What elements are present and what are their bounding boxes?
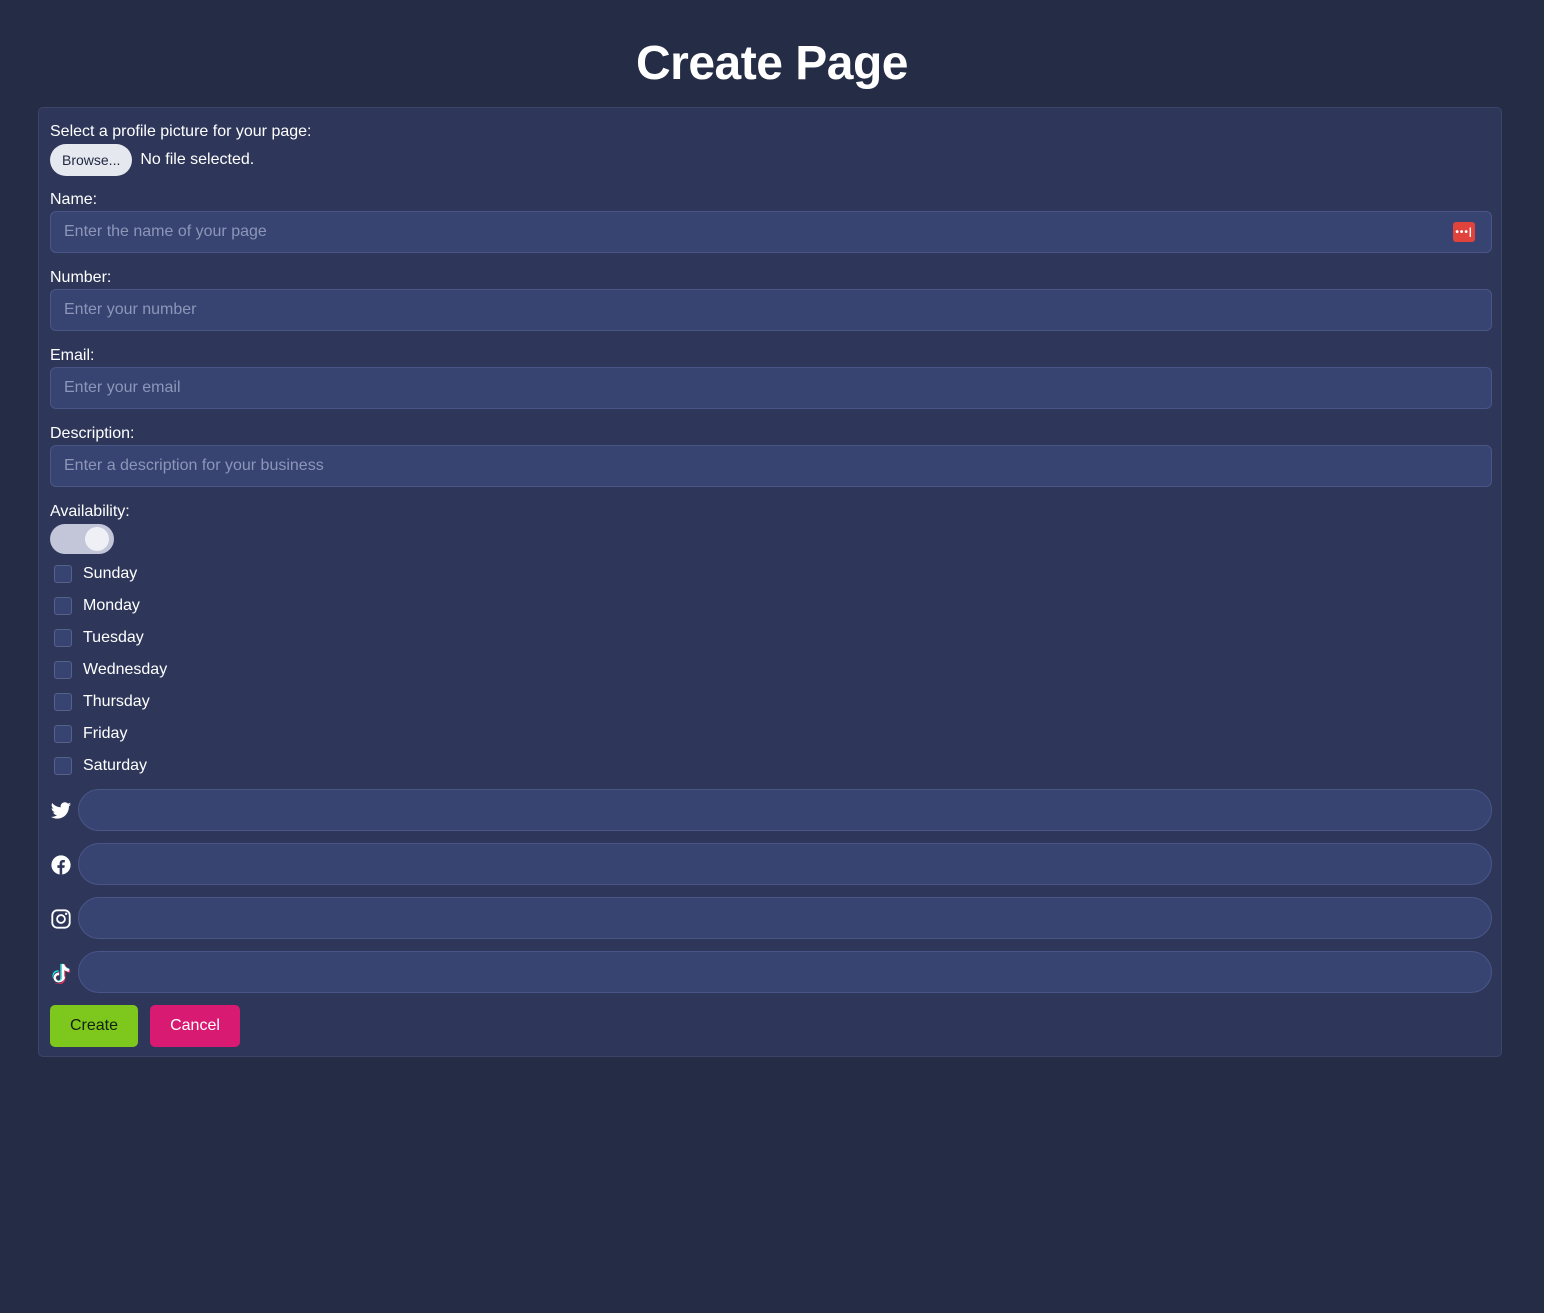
password-manager-icon[interactable]: •••| [1453,222,1475,242]
browse-button[interactable]: Browse... [50,144,133,176]
day-label: Monday [83,597,140,614]
file-picker: Browse... No file selected. [50,144,254,176]
instagram-input[interactable] [78,897,1492,939]
day-option-saturday[interactable]: Saturday [54,756,147,776]
monday-checkbox[interactable] [54,597,72,615]
description-label: Description: [50,425,135,442]
instagram-icon [51,909,71,929]
twitter-input[interactable] [78,789,1492,831]
day-option-sunday[interactable]: Sunday [54,564,137,584]
day-label: Thursday [83,693,150,710]
social-row-instagram [50,897,1492,939]
profile-picture-label: Select a profile picture for your page: [50,123,312,140]
email-label: Email: [50,347,95,364]
day-option-friday[interactable]: Friday [54,724,127,744]
twitter-icon [50,802,72,819]
day-option-monday[interactable]: Monday [54,596,140,616]
friday-checkbox[interactable] [54,725,72,743]
social-row-facebook [50,843,1492,885]
email-placeholder: Enter your email [64,379,181,396]
saturday-checkbox[interactable] [54,757,72,775]
day-option-thursday[interactable]: Thursday [54,692,150,712]
cancel-button[interactable]: Cancel [150,1005,240,1047]
day-label: Saturday [83,757,148,774]
sunday-checkbox[interactable] [54,565,72,583]
day-option-tuesday[interactable]: Tuesday [54,628,144,648]
description-input[interactable]: Enter a description for your business [50,445,1492,487]
file-status: No file selected. [140,151,255,168]
availability-label: Availability: [50,503,130,520]
social-row-tiktok [50,951,1492,993]
day-label: Sunday [83,565,138,582]
number-placeholder: Enter your number [64,301,197,318]
facebook-input[interactable] [78,843,1492,885]
number-label: Number: [50,269,112,286]
number-input[interactable]: Enter your number [50,289,1492,331]
day-label: Tuesday [83,629,144,646]
create-page-form: Select a profile picture for your page: … [38,107,1502,1057]
toggle-knob [85,527,109,551]
availability-toggle[interactable] [50,524,114,554]
social-row-twitter [50,789,1492,831]
name-input[interactable]: Enter the name of your page •••| [50,211,1492,253]
wednesday-checkbox[interactable] [54,661,72,679]
tuesday-checkbox[interactable] [54,629,72,647]
create-button[interactable]: Create [50,1005,138,1047]
thursday-checkbox[interactable] [54,693,72,711]
email-input[interactable]: Enter your email [50,367,1492,409]
create-page-screen: Create Page Select a profile picture for… [0,0,1544,1313]
description-placeholder: Enter a description for your business [64,457,324,474]
tiktok-icon [52,963,71,984]
day-label: Wednesday [83,661,168,678]
day-label: Friday [83,725,128,742]
page-title: Create Page [636,37,908,90]
name-label: Name: [50,191,98,208]
name-placeholder: Enter the name of your page [64,223,267,240]
day-option-wednesday[interactable]: Wednesday [54,660,167,680]
facebook-icon [51,855,71,875]
tiktok-input[interactable] [78,951,1492,993]
